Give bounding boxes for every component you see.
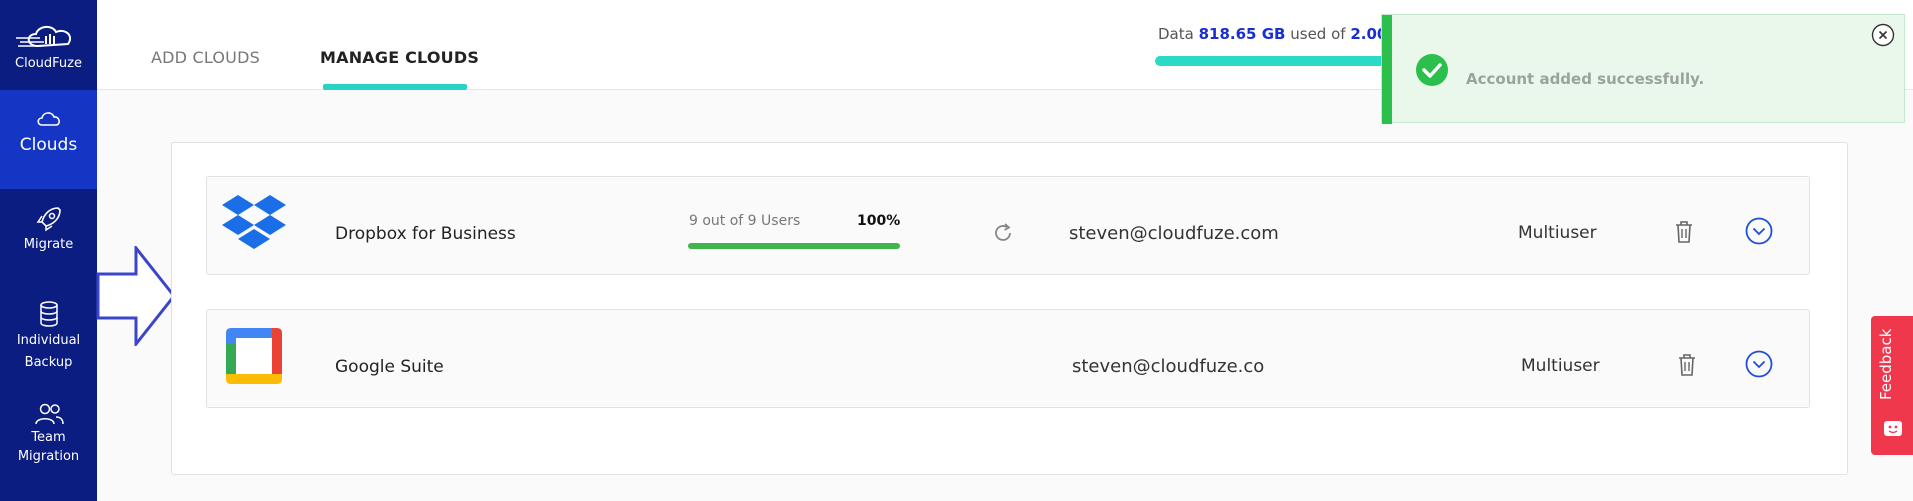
chevron-down-icon[interactable] — [1745, 350, 1773, 378]
trash-icon[interactable] — [1677, 353, 1697, 377]
arrow-right-icon — [96, 246, 176, 346]
usage-prefix: Data — [1158, 25, 1194, 43]
users-progress-bar — [688, 243, 900, 249]
sidebar-item-clouds[interactable]: Clouds — [0, 90, 97, 189]
sidebar-item-label: Team Migration — [17, 430, 80, 464]
google-suite-icon — [226, 328, 282, 384]
sidebar-item-label: Migrate — [23, 237, 74, 252]
sidebar-item-migrate[interactable]: Migrate — [0, 200, 97, 270]
toast-accent-bar — [1382, 15, 1392, 124]
check-circle-icon — [1416, 54, 1448, 86]
success-toast: Account added successfully. — [1381, 14, 1905, 124]
cloud-email: steven@cloudfuze.co — [1072, 356, 1265, 377]
sidebar: CloudFuze Clouds Migrate Individual Back… — [0, 0, 97, 501]
storage-usage: Data 818.65 GB used of 2.00 GB — [1158, 25, 1416, 43]
trash-icon[interactable] — [1674, 220, 1694, 244]
tab-manage-clouds[interactable]: MANAGE CLOUDS — [320, 48, 479, 67]
usage-used: 818.65 GB — [1198, 25, 1286, 43]
dropbox-icon — [222, 195, 286, 249]
usage-progress-bar — [1155, 56, 1393, 66]
brand-logo[interactable]: CloudFuze — [0, 0, 97, 90]
tab-add-clouds[interactable]: ADD CLOUDS — [151, 48, 260, 67]
close-icon[interactable] — [1871, 23, 1895, 47]
rocket-icon — [36, 207, 61, 232]
sidebar-item-label: Individual Backup — [16, 333, 81, 370]
cloud-name: Google Suite — [335, 357, 444, 377]
sidebar-item-label: Clouds — [19, 135, 78, 155]
cloud-name: Dropbox for Business — [335, 224, 516, 244]
feedback-label: Feedback — [1877, 328, 1895, 400]
users-icon — [34, 403, 64, 425]
cloud-type: Multiuser — [1521, 356, 1600, 376]
users-progress-text: 9 out of 9 Users — [689, 213, 801, 229]
cloud-row-dropbox: Dropbox for Business 9 out of 9 Users 10… — [206, 176, 1810, 275]
brand-name: CloudFuze — [15, 56, 82, 71]
cloud-type: Multiuser — [1518, 223, 1597, 243]
sidebar-item-team-migration[interactable]: Team Migration — [0, 400, 97, 480]
cloud-row-google-suite: Google Suite steven@cloudfuze.co Multius… — [206, 309, 1810, 408]
chat-face-icon — [1884, 421, 1902, 436]
cloud-email: steven@cloudfuze.com — [1069, 223, 1279, 244]
usage-middle: used of — [1290, 25, 1346, 43]
toast-message: Account added successfully. — [1466, 70, 1705, 88]
cloud-icon — [36, 112, 60, 126]
feedback-tab[interactable]: Feedback — [1871, 316, 1913, 455]
users-progress-percent: 100% — [857, 213, 901, 229]
database-icon — [39, 301, 58, 327]
refresh-icon[interactable] — [992, 222, 1014, 244]
cloudfuze-logo-icon — [16, 26, 72, 48]
chevron-down-icon[interactable] — [1745, 217, 1773, 245]
active-tab-indicator — [323, 84, 467, 90]
sidebar-item-individual-backup[interactable]: Individual Backup — [0, 296, 97, 376]
